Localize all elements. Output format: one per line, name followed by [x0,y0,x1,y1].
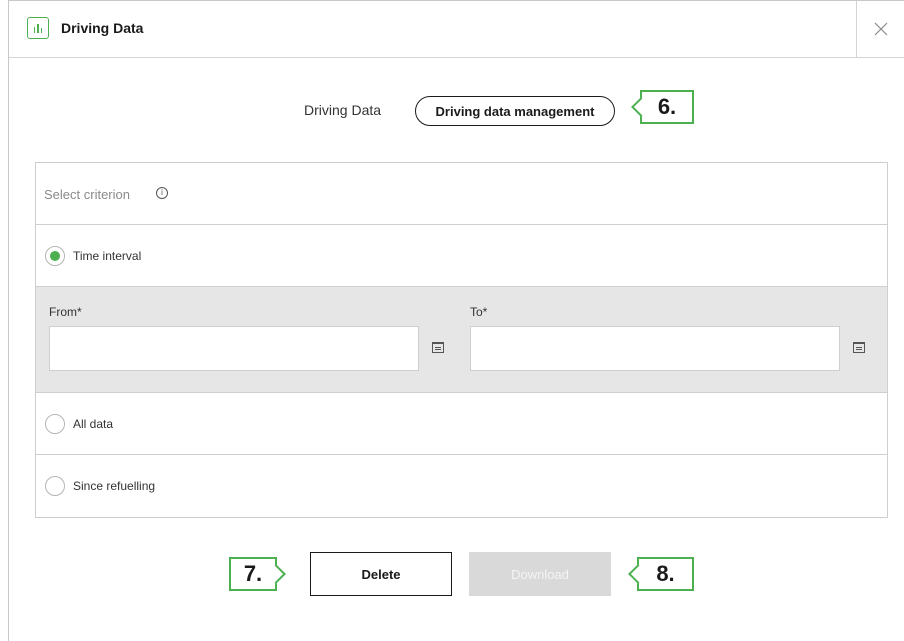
tab-driving-data[interactable]: Driving Data [304,102,381,118]
delete-button[interactable]: Delete [310,552,452,596]
tab-driving-data-management[interactable]: Driving data management [415,96,615,126]
radio-time-interval[interactable] [45,246,65,266]
info-icon[interactable]: i [156,187,168,199]
callout-8: 8. [628,557,694,591]
option-all-data-label: All data [73,417,114,431]
chart-icon [27,17,49,39]
dialog-title: Driving Data [61,20,144,36]
radio-all-data[interactable] [45,414,65,434]
callout-7-text: 7. [243,561,263,586]
radio-since-refuelling[interactable] [45,476,65,496]
to-label: To* [470,305,488,319]
criterion-header-row: Select criterion i [36,163,887,225]
callout-8-text: 8. [656,561,675,586]
criterion-label: Select criterion [44,187,130,202]
dialog-header: Driving Data [9,1,904,58]
option-since-refuelling-label: Since refuelling [73,479,156,493]
calendar-icon[interactable] [432,342,444,353]
criterion-panel: Select criterion i Time interval From* T… [35,162,888,518]
close-button[interactable] [856,1,904,57]
option-time-interval-row[interactable]: Time interval [36,225,887,287]
callout-6: 6. [631,90,694,124]
download-button[interactable]: Download [469,552,611,596]
calendar-icon[interactable] [853,342,865,353]
option-all-data-row[interactable]: All data [36,393,887,455]
callout-6-text: 6. [657,94,677,119]
from-date-field[interactable] [49,326,419,371]
date-range-section: From* To* [36,287,887,393]
callout-7: 7. [229,557,286,591]
driving-data-dialog: Driving Data Driving Data Driving data m… [8,0,904,641]
close-icon [874,22,888,36]
from-label: From* [49,305,82,319]
option-since-refuelling-row[interactable]: Since refuelling [36,455,887,517]
to-date-field[interactable] [470,326,840,371]
option-time-interval-label: Time interval [73,249,142,263]
